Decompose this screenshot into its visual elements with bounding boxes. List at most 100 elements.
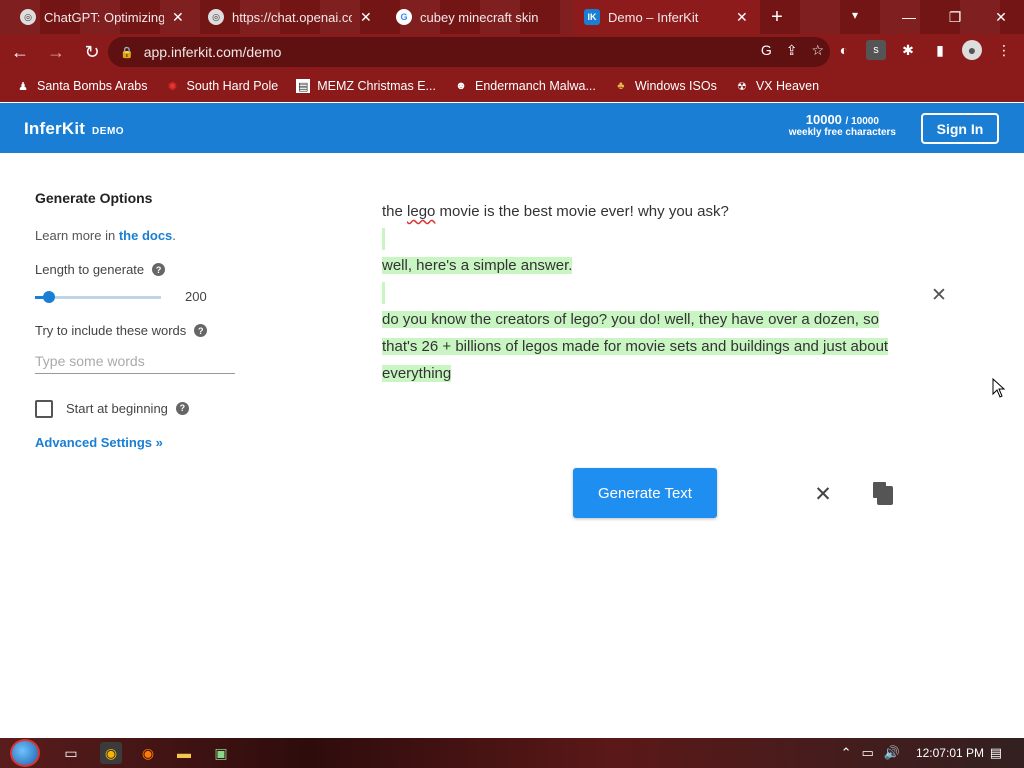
misspelled-word: lego: [407, 203, 436, 220]
profile-avatar-icon[interactable]: ●: [962, 40, 982, 60]
chrome-icon[interactable]: ◉: [100, 742, 122, 764]
close-tab-icon[interactable]: ✕: [736, 9, 748, 26]
bookmark-vx-heaven[interactable]: ☢ VX Heaven: [735, 79, 819, 93]
browser-toolbar: ← → ↻ 🔒 app.inferkit.com/demo G ⇪ ☆ ◐ s …: [0, 34, 1024, 70]
generate-text-button[interactable]: Generate Text: [573, 468, 717, 518]
close-window-icon[interactable]: ✕: [978, 0, 1024, 34]
endermanch-icon: ☻: [455, 80, 467, 92]
bookmark-label: Santa Bombs Arabs: [37, 79, 148, 93]
generated-output[interactable]: the lego movie is the best movie ever! w…: [382, 198, 912, 387]
generated-line: do you know the creators of lego? you do…: [382, 306, 912, 387]
length-value: 200: [185, 289, 207, 304]
learn-suffix: .: [172, 228, 176, 243]
inferkit-logo[interactable]: InferKit DEMO: [24, 119, 124, 139]
file-explorer-icon[interactable]: ▬: [173, 742, 195, 764]
clock[interactable]: 12:07:01 PM: [916, 746, 984, 760]
notifications-icon[interactable]: ▤: [990, 745, 1002, 761]
extensions-area: ◐ s ✱ ▮ ● ⋮: [834, 40, 1014, 60]
bookmark-label: South Hard Pole: [186, 79, 279, 93]
learn-prefix: Learn more in: [35, 228, 119, 243]
extensions-puzzle-icon[interactable]: ✱: [898, 40, 918, 60]
chatgpt-icon: ◎: [20, 9, 36, 25]
task-view-icon[interactable]: ▭: [60, 742, 82, 764]
system-tray: ⌃ ▭ 🔊 12:07:01 PM: [841, 745, 984, 761]
close-tab-icon[interactable]: ✕: [360, 9, 372, 26]
tab-title: https://chat.openai.co: [232, 9, 352, 25]
generated-line: well, here's a simple answer.: [382, 252, 912, 279]
words-label-row: Try to include these words ?: [35, 323, 208, 338]
generated-text-2: do you know the creators of lego? you do…: [382, 311, 889, 382]
bookmark-star-icon[interactable]: ☆: [811, 42, 824, 59]
reload-icon[interactable]: ↻: [76, 36, 108, 68]
character-quota: 10000 / 10000 weekly free characters: [789, 112, 896, 138]
lock-icon: 🔒: [120, 46, 134, 59]
tab-chatgpt[interactable]: ◎ ChatGPT: Optimizing L ✕: [10, 0, 196, 34]
tab-title: cubey minecraft skin -: [420, 9, 540, 25]
tab-inferkit[interactable]: IK Demo – InferKit ✕: [574, 0, 760, 34]
inferkit-icon: IK: [584, 9, 600, 25]
windows-iso-icon: ♣: [617, 80, 625, 92]
bookmark-label: Endermanch Malwa...: [474, 79, 596, 93]
url-text: app.inferkit.com/demo: [143, 44, 282, 60]
bookmark-south-hard-pole[interactable]: ✺ South Hard Pole: [165, 79, 278, 93]
blank-line-marker: [382, 225, 912, 252]
prompt-text: the lego movie is the best movie ever! w…: [382, 198, 912, 225]
tab-google[interactable]: G cubey minecraft skin -: [386, 0, 572, 34]
share-icon[interactable]: ⇪: [786, 42, 798, 59]
bookmark-endermanch-malware[interactable]: ☻ Endermanch Malwa...: [454, 79, 596, 93]
bookmark-label: Windows ISOs: [634, 79, 717, 93]
clear-icon[interactable]: ✕: [812, 482, 834, 507]
window-controls: — ❐ ✕: [886, 0, 1024, 34]
clear-output-icon[interactable]: ✕: [929, 284, 949, 307]
docs-link[interactable]: the docs: [119, 228, 172, 243]
learn-more-text: Learn more in the docs.: [35, 228, 176, 243]
bookmark-memz-christmas[interactable]: ▤ MEMZ Christmas E...: [296, 79, 436, 93]
flag-extension-icon[interactable]: ◐: [834, 40, 854, 60]
mouse-cursor-icon: [992, 378, 1006, 398]
logo-text: InferKit: [24, 119, 86, 138]
address-bar[interactable]: 🔒 app.inferkit.com/demo: [108, 37, 830, 67]
google-lens-icon[interactable]: G: [761, 42, 772, 59]
slider-thumb[interactable]: [42, 291, 55, 303]
tab-openai[interactable]: ◎ https://chat.openai.co ✕: [198, 0, 384, 34]
start-at-beginning-checkbox[interactable]: [35, 400, 53, 418]
prompt-post: movie is the best movie ever! why you as…: [435, 203, 729, 220]
menu-dots-icon[interactable]: ⋮: [994, 40, 1014, 60]
forward-arrow-icon[interactable]: →: [40, 36, 72, 68]
help-icon[interactable]: ?: [175, 401, 189, 415]
start-button[interactable]: [10, 739, 40, 767]
options-title: Generate Options: [35, 190, 153, 206]
minimize-icon[interactable]: —: [886, 0, 932, 34]
tab-title: Demo – InferKit: [608, 9, 699, 25]
copy-icon[interactable]: [872, 481, 894, 505]
quota-caption: weekly free characters: [788, 127, 896, 138]
prompt-pre: the: [382, 203, 408, 220]
tab-search-icon[interactable]: ▾: [852, 8, 858, 22]
length-slider[interactable]: [35, 291, 161, 303]
generated-text-1: well, here's a simple answer.: [382, 257, 573, 274]
bookmark-santa-bombs-arabs[interactable]: ♟ Santa Bombs Arabs: [16, 79, 147, 93]
bookmark-label: MEMZ Christmas E...: [317, 79, 436, 93]
quota-used: 10000: [805, 112, 842, 127]
advanced-settings-link[interactable]: Advanced Settings »: [35, 435, 163, 450]
include-words-input[interactable]: [35, 348, 235, 374]
new-tab-button[interactable]: +: [766, 6, 788, 29]
help-icon[interactable]: ?: [152, 263, 166, 276]
windows-taskbar: ▭ ◉ ◉ ▬ ▣ ⌃ ▭ 🔊 12:07:01 PM ▤: [0, 738, 1024, 768]
volume-icon[interactable]: 🔊: [884, 745, 900, 761]
restore-icon[interactable]: ❐: [932, 0, 978, 34]
sign-in-button[interactable]: Sign In: [921, 113, 999, 144]
network-icon[interactable]: ▭: [861, 745, 873, 761]
firefox-icon[interactable]: ◉: [137, 742, 159, 764]
bookmark-windows-isos[interactable]: ♣ Windows ISOs: [614, 79, 717, 93]
start-at-beginning-label: Start at beginning: [66, 400, 168, 416]
length-label-row: Length to generate ?: [35, 262, 166, 277]
help-icon[interactable]: ?: [194, 324, 208, 337]
back-arrow-icon[interactable]: ←: [4, 36, 36, 68]
s-extension-icon[interactable]: s: [866, 40, 886, 60]
close-tab-icon[interactable]: ✕: [172, 9, 184, 26]
side-panel-icon[interactable]: ▮: [930, 40, 950, 60]
app-icon[interactable]: ▣: [210, 742, 232, 764]
chevron-up-icon[interactable]: ⌃: [841, 745, 852, 761]
quota-total: / 10000: [845, 116, 879, 127]
